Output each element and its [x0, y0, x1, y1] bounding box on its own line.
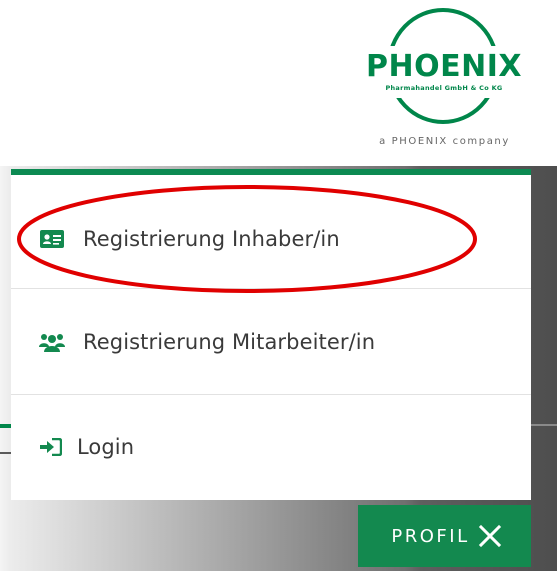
logo-name: PHOENIX [366, 49, 522, 84]
profil-close-button[interactable]: PROFIL [358, 505, 531, 567]
menu-item-registrierung-inhaber[interactable]: Registrierung Inhaber/in [11, 189, 531, 289]
page: PHOENIX Pharmahandel GmbH & Co KG a PHOE… [0, 0, 557, 571]
sign-in-icon [39, 436, 63, 458]
logo-subtitle: Pharmahandel GmbH & Co KG [385, 84, 503, 92]
logo-company-line: a PHOENIX company [379, 136, 510, 147]
profil-label: PROFIL [391, 525, 470, 547]
menu-item-login[interactable]: Login [11, 395, 531, 499]
close-icon [478, 524, 502, 548]
menu-item-registrierung-mitarbeiter[interactable]: Registrierung Mitarbeiter/in [11, 289, 531, 395]
id-card-icon [39, 228, 65, 250]
menu-item-label: Registrierung Mitarbeiter/in [83, 329, 376, 354]
menu-item-label: Login [77, 435, 135, 459]
phoenix-logo: PHOENIX Pharmahandel GmbH & Co KG a PHOE… [352, 6, 537, 156]
users-icon [39, 331, 65, 353]
profile-menu: Registrierung Inhaber/in Registrierung M… [11, 169, 531, 500]
menu-item-label: Registrierung Inhaber/in [83, 226, 340, 251]
background-divider [530, 424, 557, 426]
